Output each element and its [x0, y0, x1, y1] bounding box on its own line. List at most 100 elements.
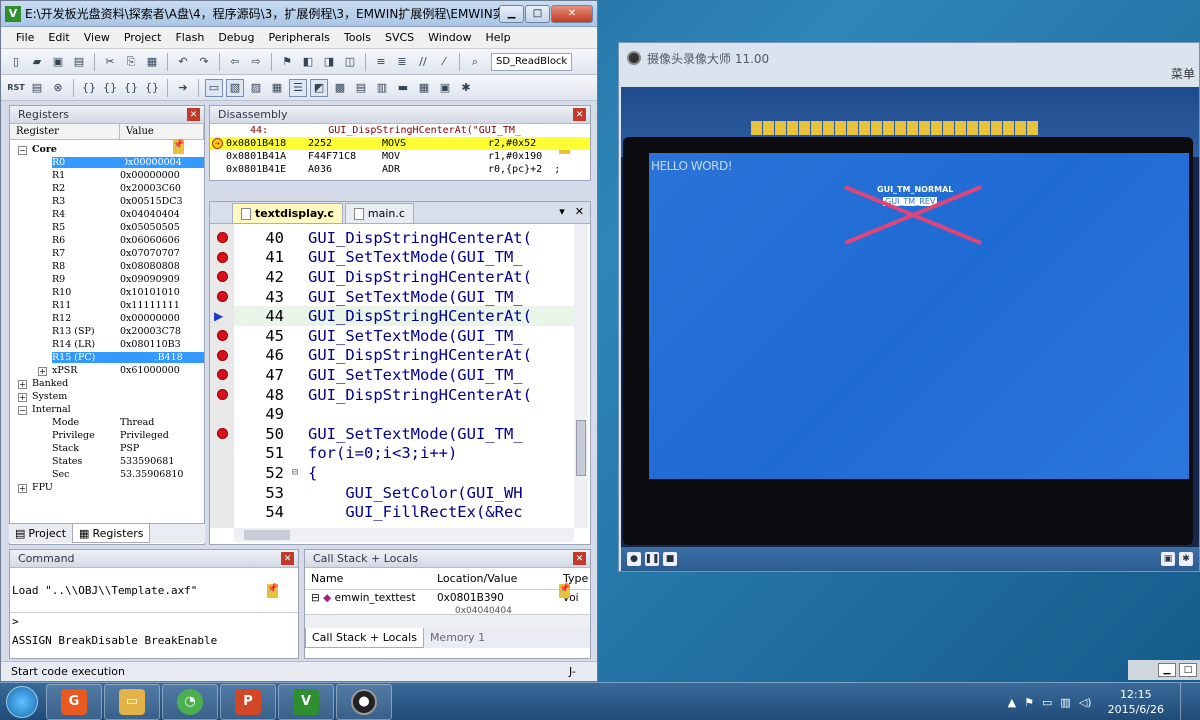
tab-project[interactable]: ▤ Project	[9, 524, 72, 543]
menu-window[interactable]: Window	[421, 31, 478, 44]
menu-tools[interactable]: Tools	[337, 31, 378, 44]
code-line[interactable]: 48 GUI_DispStringHCenterAt(	[234, 385, 578, 405]
register-row[interactable]: Privilege Privileged	[10, 429, 204, 442]
taskbar-pdf-app[interactable]: G	[46, 683, 102, 720]
run-to-cursor-icon[interactable]: {}	[143, 79, 161, 97]
register-row[interactable]: R10 0x10101010	[10, 286, 204, 299]
step-out-icon[interactable]: {}	[122, 79, 140, 97]
register-row[interactable]: R4 0x04040404	[10, 208, 204, 221]
show-next-statement-icon[interactable]: ➔	[174, 79, 192, 97]
panel-close-icon[interactable]: ✕	[281, 552, 294, 565]
bg-minimize-button[interactable]: ▁	[1158, 663, 1176, 677]
show-desktop-button[interactable]	[1180, 683, 1194, 720]
bookmark-prev-icon[interactable]: ◧	[299, 53, 317, 71]
breakpoint-icon[interactable]	[217, 290, 228, 302]
code-line[interactable]: 52{⊟	[234, 463, 578, 483]
editor-horizontal-scrollbar[interactable]	[234, 528, 574, 542]
register-row[interactable]: R1 0x00000000	[10, 169, 204, 182]
command-window-icon[interactable]: ▭	[205, 78, 223, 97]
redo-icon[interactable]: ↷	[195, 53, 213, 71]
code-line[interactable]: 54 GUI_FillRectEx(&Rec	[234, 502, 578, 522]
menu-flash[interactable]: Flash	[168, 31, 211, 44]
callstack-row-2[interactable]: 0x04040404	[305, 606, 590, 614]
col-name[interactable]: Name	[305, 572, 431, 585]
camera-menu[interactable]: 菜单	[1171, 65, 1195, 82]
symbols-window-icon[interactable]: ▨	[247, 79, 265, 97]
code-line[interactable]: 51 for(i=0;i<3;i++)	[234, 444, 578, 464]
register-row[interactable]: R7 0x07070707	[10, 247, 204, 260]
breakpoint-gutter[interactable]: ▶	[210, 224, 234, 528]
clock[interactable]: 12:15 2015/6/26	[1100, 687, 1172, 717]
taskbar-explorer[interactable]: ▭	[104, 683, 160, 720]
breakpoint-icon[interactable]	[217, 251, 228, 263]
code-line[interactable]: 43 GUI_SetTextMode(GUI_TM_	[234, 287, 578, 307]
register-row[interactable]: Stack PSP	[10, 442, 204, 455]
register-row[interactable]: + System	[10, 390, 204, 403]
step-into-icon[interactable]: {}	[80, 79, 98, 97]
callstack-scrollbar[interactable]	[305, 614, 590, 628]
register-row[interactable]: R5 0x05050505	[10, 221, 204, 234]
find-in-files-icon[interactable]: ⌕	[466, 53, 484, 71]
close-button[interactable]: ✕	[551, 4, 593, 23]
tab-main-c[interactable]: main.c	[344, 203, 414, 223]
register-row[interactable]: R11 0x11111111	[10, 299, 204, 312]
stop-button[interactable]: ■	[663, 552, 677, 566]
code-line[interactable]: 40 GUI_DispStringHCenterAt(	[234, 228, 578, 248]
snapshot-button[interactable]: ▣	[1161, 552, 1175, 566]
pin-icon[interactable]: 📌	[173, 140, 184, 154]
bookmark-next-icon[interactable]: ◨	[320, 53, 338, 71]
code-line[interactable]: 45 GUI_SetTextMode(GUI_TM_	[234, 326, 578, 346]
indent-icon[interactable]: ≡	[372, 53, 390, 71]
volume-icon[interactable]: ◁)	[1079, 696, 1092, 709]
menu-file[interactable]: File	[9, 31, 41, 44]
col-location[interactable]: Location/Value	[431, 572, 557, 585]
memory-window-icon[interactable]: ▩	[331, 79, 349, 97]
register-row[interactable]: R13 (SP) 0x20003C78	[10, 325, 204, 338]
code-line[interactable]: 44 GUI_DispStringHCenterAt(	[234, 306, 578, 326]
collapse-icon[interactable]: ⊟	[311, 592, 320, 604]
register-row[interactable]: R12 0x00000000	[10, 312, 204, 325]
editor-vertical-scrollbar[interactable]	[574, 224, 588, 528]
step-over-icon[interactable]: {}	[101, 79, 119, 97]
breakpoint-icon[interactable]	[217, 330, 228, 341]
minimize-button[interactable]: ▁	[499, 4, 524, 23]
bookmark-icon[interactable]: ⚑	[278, 53, 296, 71]
watch-window-icon[interactable]: ◩	[310, 78, 328, 97]
callstack-row[interactable]: ⊟ ◆ emwin_texttest 0x0801B390 voi	[305, 590, 590, 606]
save-icon[interactable]: ▣	[49, 53, 67, 71]
new-file-icon[interactable]: ▯	[7, 53, 25, 71]
register-row[interactable]: R15 (PC)0x0801B418	[10, 351, 204, 364]
disasm-line[interactable]: 0x0801B41A F44F71C8 MOV r1,#0x190	[210, 150, 590, 163]
fold-icon[interactable]: ⊟	[292, 467, 298, 478]
code-line[interactable]: 42 GUI_DispStringHCenterAt(	[234, 267, 578, 287]
register-row[interactable]: R8 0x08080808	[10, 260, 204, 273]
nav-forward-icon[interactable]: ⇨	[247, 53, 265, 71]
target-combo[interactable]: SD_ReadBlock	[491, 52, 573, 71]
editor-close-icon[interactable]: ✕	[575, 205, 584, 218]
expand-icon[interactable]: +	[18, 380, 27, 389]
open-folder-icon[interactable]: ▰	[28, 53, 46, 71]
register-row[interactable]: + Banked	[10, 377, 204, 390]
register-row[interactable]: + xPSR 0x61000000	[10, 364, 204, 377]
breakpoint-icon[interactable]	[217, 428, 228, 439]
stop-icon[interactable]: ⊗	[49, 79, 67, 97]
tab-registers[interactable]: ▦ Registers	[72, 524, 151, 543]
menu-help[interactable]: Help	[479, 31, 518, 44]
register-row[interactable]: R3 0x00515DC3	[10, 195, 204, 208]
register-row[interactable]: R0 0x00000004	[10, 156, 204, 169]
unindent-icon[interactable]: ≣	[393, 53, 411, 71]
reset-icon[interactable]: RST	[7, 79, 25, 97]
collapse-icon[interactable]: −	[18, 406, 27, 415]
paste-icon[interactable]: ▦	[143, 53, 161, 71]
taskbar-camera[interactable]: ●	[336, 683, 392, 720]
code-line[interactable]: 53 GUI_SetColor(GUI_WH	[234, 483, 578, 503]
record-button[interactable]: ●	[627, 552, 641, 566]
disasm-line[interactable]: ➔ 0x0801B418 2252 MOVS r2,#0x52	[210, 137, 590, 150]
serial-window-icon[interactable]: ▤	[352, 79, 370, 97]
register-row[interactable]: Mode Thread	[10, 416, 204, 429]
expand-icon[interactable]: +	[18, 484, 27, 493]
register-row[interactable]: R6 0x06060606	[10, 234, 204, 247]
tab-memory[interactable]: Memory 1	[424, 628, 491, 648]
network-icon[interactable]: ▥	[1060, 696, 1070, 709]
save-all-icon[interactable]: ▤	[70, 53, 88, 71]
